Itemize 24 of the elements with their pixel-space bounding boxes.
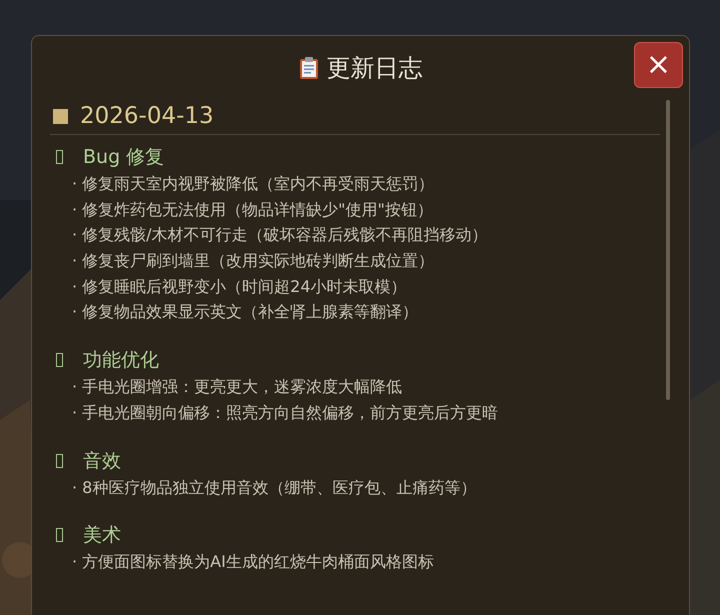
- section-heading: 音效: [83, 448, 121, 474]
- changelog-item: · 修复睡眠后视野变小（时间超24小时未取模）: [72, 276, 408, 298]
- missing-glyph-icon: [56, 528, 63, 542]
- changelog-item: · 修复丧尸刷到墙里（改用实际地砖判断生成位置）: [72, 250, 436, 272]
- entry-date: 2026-04-13: [80, 103, 214, 129]
- changelog-item: · 修复物品效果显示英文（补全肾上腺素等翻译）: [72, 301, 420, 324]
- dialog-title: 更新日志: [326, 53, 422, 84]
- changelog-item: · 手电光圈增强：更亮更大，迷雾浓度大幅降低: [72, 376, 404, 398]
- missing-glyph-icon: [56, 353, 63, 368]
- changelog-item: · 修复残骸/木材不可行走（破坏容器后残骸不再阻挡移动）: [72, 224, 489, 246]
- missing-glyph-icon: [56, 454, 63, 468]
- section-heading: 美术: [83, 523, 121, 548]
- close-button[interactable]: ×: [634, 42, 683, 88]
- changelog-item: · 修复雨天室内视野被降低（室内不再受雨天惩罚）: [72, 173, 436, 195]
- section-heading: Bug 修复: [83, 145, 164, 170]
- changelog-item: · 8种医疗物品独立使用音效（绷带、医疗包、止痛药等）: [72, 476, 478, 498]
- clipboard-icon: [298, 56, 318, 80]
- changelog-item: · 手电光圈朝向偏移：照亮方向自然偏移，前方更亮后方更暗: [72, 402, 500, 424]
- changelog-item: · 方便面图标替换为AI生成的红烧牛肉桶面风格图标: [72, 551, 435, 574]
- section-heading: 功能优化: [83, 348, 159, 374]
- missing-glyph-icon: [56, 150, 63, 164]
- square-icon: [53, 108, 68, 124]
- scrollbar[interactable]: [666, 100, 670, 400]
- changelog-item: · 修复炸药包无法使用（物品详情缺少"使用"按钮）: [72, 198, 434, 221]
